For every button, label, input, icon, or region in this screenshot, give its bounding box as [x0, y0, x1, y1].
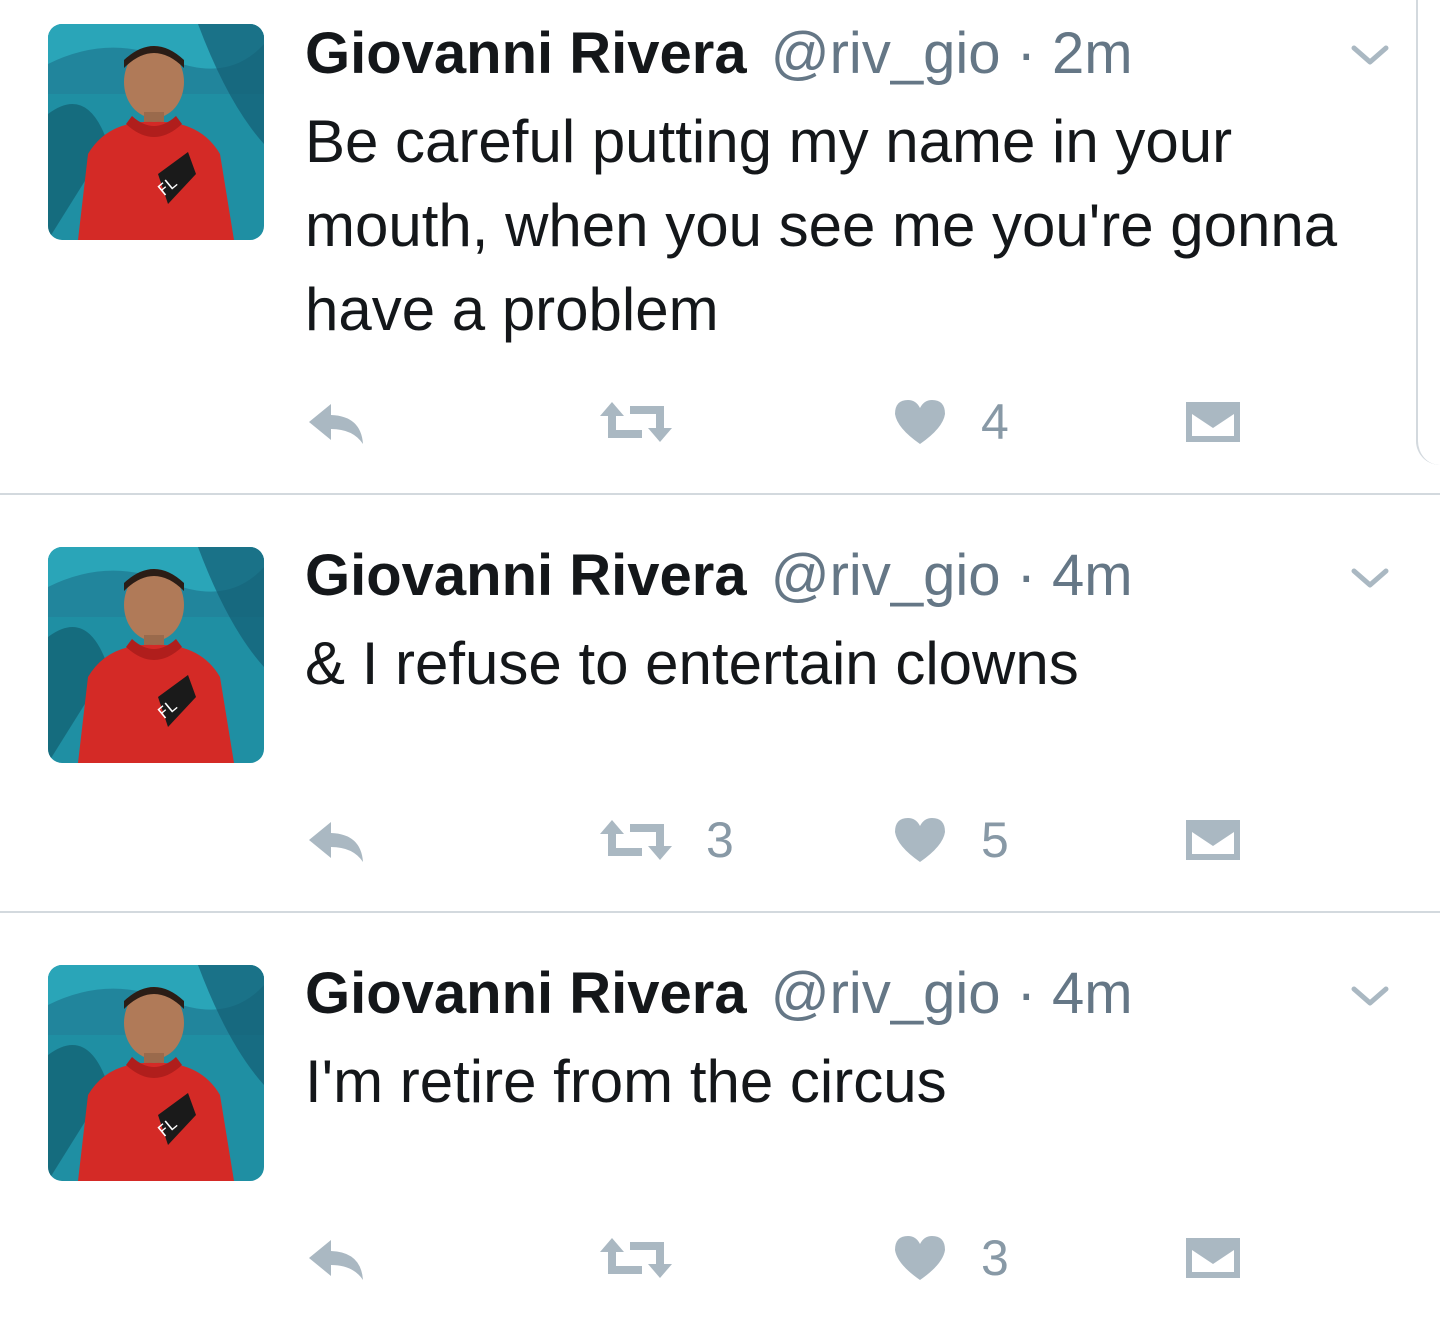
avatar[interactable]: FL — [48, 24, 264, 240]
retweet-icon — [600, 402, 672, 442]
timestamp[interactable]: 4m — [1052, 543, 1133, 608]
timestamp[interactable]: 2m — [1052, 21, 1133, 86]
tweet[interactable]: FL Giovanni Rivera @riv_gio · 4m & I ref… — [0, 495, 1440, 913]
tweet-actions: 3 — [0, 1228, 1440, 1288]
like-count: 5 — [981, 812, 1009, 868]
tweet-actions: 4 — [0, 392, 1440, 452]
avatar[interactable]: FL — [48, 965, 264, 1181]
like-button[interactable]: 3 — [893, 1228, 1009, 1288]
retweet-button[interactable] — [598, 1228, 706, 1288]
retweet-button[interactable]: 3 — [598, 810, 734, 870]
tweet-text: & I refuse to entertain clowns — [305, 630, 1079, 697]
separator: · — [1016, 961, 1036, 1026]
author-name[interactable]: Giovanni Rivera — [305, 961, 747, 1026]
heart-icon — [895, 400, 945, 444]
separator: · — [1016, 543, 1036, 608]
envelope-icon — [1186, 402, 1240, 442]
tweet-header: Giovanni Rivera @riv_gio · 2m — [305, 18, 1133, 90]
chevron-down-icon[interactable] — [1348, 38, 1392, 74]
avatar[interactable]: FL — [48, 547, 264, 763]
chevron-down-icon[interactable] — [1348, 561, 1392, 597]
heart-icon — [895, 818, 945, 862]
envelope-icon — [1186, 820, 1240, 860]
envelope-icon — [1186, 1238, 1240, 1278]
retweet-button[interactable] — [598, 392, 706, 452]
timeline: FL Giovanni Rivera @riv_gio · 2m Be care… — [0, 0, 1440, 1320]
author-handle[interactable]: @riv_gio — [771, 961, 1001, 1026]
separator: · — [1016, 21, 1036, 86]
chevron-down-icon[interactable] — [1348, 979, 1392, 1015]
tweet[interactable]: FL Giovanni Rivera @riv_gio · 4m I'm ret… — [0, 913, 1440, 1320]
author-handle[interactable]: @riv_gio — [771, 543, 1001, 608]
reply-icon — [309, 404, 363, 444]
retweet-icon — [600, 1238, 672, 1278]
author-name[interactable]: Giovanni Rivera — [305, 21, 747, 86]
direct-message-button[interactable] — [1184, 1228, 1242, 1288]
author-name[interactable]: Giovanni Rivera — [305, 543, 747, 608]
reply-icon — [309, 1240, 363, 1280]
tweet-text: I'm retire from the circus — [305, 1048, 947, 1115]
direct-message-button[interactable] — [1184, 810, 1242, 870]
reply-button[interactable] — [305, 1228, 367, 1288]
retweet-count: 3 — [706, 812, 734, 868]
tweet-header: Giovanni Rivera @riv_gio · 4m — [305, 540, 1133, 612]
reply-icon — [309, 822, 363, 862]
tweet-header: Giovanni Rivera @riv_gio · 4m — [305, 958, 1133, 1030]
reply-button[interactable] — [305, 810, 367, 870]
direct-message-button[interactable] — [1184, 392, 1242, 452]
author-handle[interactable]: @riv_gio — [771, 21, 1001, 86]
like-button[interactable]: 4 — [893, 392, 1009, 452]
heart-icon — [895, 1236, 945, 1280]
like-count: 3 — [981, 1230, 1009, 1286]
tweet[interactable]: FL Giovanni Rivera @riv_gio · 2m Be care… — [0, 0, 1440, 495]
retweet-icon — [600, 820, 672, 860]
like-count: 4 — [981, 394, 1009, 450]
tweet-actions: 3 5 — [0, 810, 1440, 870]
reply-button[interactable] — [305, 392, 367, 452]
like-button[interactable]: 5 — [893, 810, 1009, 870]
tweet-text: Be careful putting my name in your mouth… — [305, 108, 1338, 343]
timestamp[interactable]: 4m — [1052, 961, 1133, 1026]
